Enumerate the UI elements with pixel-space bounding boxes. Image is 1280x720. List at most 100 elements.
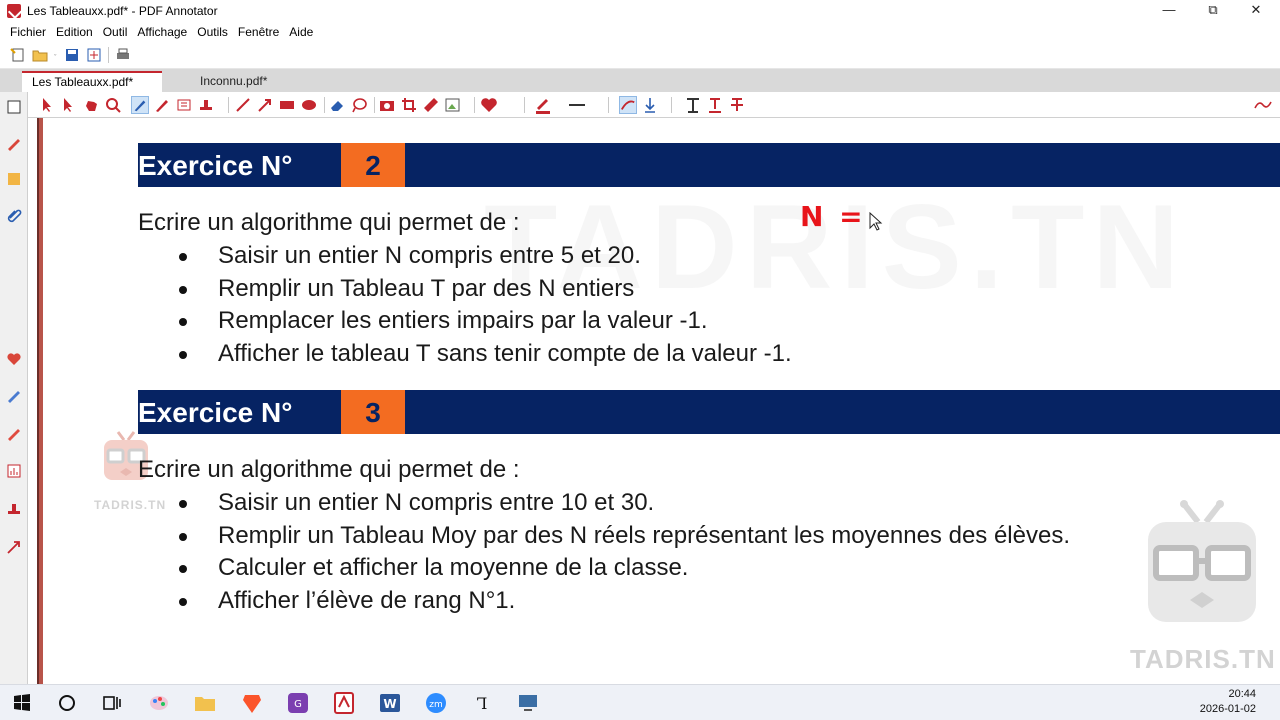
tab-inconnu[interactable]: Inconnu.pdf* [190,71,310,92]
underline-icon[interactable] [706,96,724,114]
save-all-icon[interactable] [86,47,102,63]
clock-date: 2026-01-02 [1199,703,1256,715]
stamp-icon[interactable] [197,96,215,114]
document-tab-bar: Les Tableauxx.pdf* Inconnu.pdf* [0,69,1280,161]
handwritten-annotation[interactable]: N = [800,200,866,233]
list-item: Remplacer les entiers impairs par la val… [138,306,792,339]
toolbar-separator [374,97,375,113]
line-icon[interactable] [234,96,252,114]
menu-aide[interactable]: Aide [289,25,313,39]
exercise-heading: Exercice N° [138,150,293,181]
chevron-down-icon[interactable] [54,47,60,63]
select-arrow-icon[interactable] [38,96,56,114]
page-view-icon[interactable] [5,98,23,116]
clock-time: 20:44 [1228,688,1256,700]
exercise-heading-band: Exercice N° 3 [138,390,1280,434]
marker-icon[interactable] [153,96,171,114]
exercise-bullet-list: Saisir un entier N compris entre 5 et 20… [138,241,792,371]
toolbar-separator [524,97,525,113]
highlighter-icon[interactable] [5,386,23,404]
menu-outil[interactable]: Outil [103,25,128,39]
pen-icon[interactable] [5,134,23,152]
image-icon[interactable] [444,96,462,114]
file-explorer-icon[interactable] [193,691,217,715]
word-icon[interactable]: W [378,691,402,715]
pdf-annotator-icon [7,4,21,18]
list-item: Afficher l’élève de rang N°1. [138,586,1070,619]
list-item: Saisir un entier N compris entre 10 et 3… [138,488,1070,521]
pdf-annotator-icon[interactable] [332,691,356,715]
hand-icon[interactable] [82,96,100,114]
ruler-icon[interactable] [422,96,440,114]
heart-icon[interactable] [5,350,23,368]
arrow-icon[interactable] [256,96,274,114]
list-item: Saisir un entier N compris entre 5 et 20… [138,241,792,274]
list-item: Calculer et afficher la moyenne de la cl… [138,553,1070,586]
line-style-icon[interactable] [568,96,586,114]
toolbar-separator [228,97,229,113]
save-icon[interactable] [64,47,80,63]
wave-icon[interactable] [1254,96,1272,114]
pdf-annotator-window: Les Tableauxx.pdf* - PDF Annotator — ⧉ ✕… [0,0,1280,684]
attachment-icon[interactable] [5,206,23,224]
menu-fenetre[interactable]: Fenêtre [238,25,279,39]
search-circle-icon[interactable] [55,691,79,715]
svg-text:W: W [383,697,396,711]
new-document-icon[interactable] [10,47,26,63]
exercise-intro: Ecrire un algorithme qui permet de : [138,456,520,483]
menu-edition[interactable]: Edition [56,25,93,39]
brave-browser-icon[interactable] [240,691,264,715]
close-button[interactable]: ✕ [1234,0,1278,22]
menu-affichage[interactable]: Affichage [137,25,187,39]
pen-icon[interactable] [131,96,149,114]
camera-icon[interactable] [378,96,396,114]
notes-icon[interactable] [5,170,23,188]
eraser-icon[interactable] [328,96,346,114]
pdf-gear-icon[interactable]: G [286,691,310,715]
menu-bar: Fichier Edition Outil Affichage Outils F… [0,22,1280,42]
toolbar-separator [608,97,609,113]
svg-text:Ꞁ: Ꞁ [477,694,488,713]
minimize-button[interactable]: — [1147,0,1191,22]
typora-icon[interactable]: Ꞁ [470,691,494,715]
crop-icon[interactable] [400,96,418,114]
open-folder-icon[interactable] [32,47,48,63]
zoom-icon[interactable] [104,96,122,114]
tab-les-tableauxx[interactable]: Les Tableauxx.pdf* [22,71,162,92]
toolbar-separator [108,47,109,63]
left-sidebar [0,92,28,684]
heart-icon[interactable] [480,96,498,114]
chart-icon[interactable] [5,462,23,480]
task-view-icon[interactable] [100,691,124,715]
scroll-down-icon[interactable] [641,96,659,114]
select-area-icon[interactable] [60,96,78,114]
quick-toolbar [0,42,1280,69]
text-T-icon[interactable] [684,96,702,114]
rectangle-icon[interactable] [278,96,296,114]
ellipse-icon[interactable] [300,96,318,114]
svg-text:zm: zm [429,700,443,710]
toolbar-separator [324,97,325,113]
zoom-icon[interactable]: zm [424,691,448,715]
strikethrough-icon[interactable] [728,96,746,114]
page-margin-rule [37,118,43,684]
paint-icon[interactable] [147,691,171,715]
system-clock[interactable]: 20:44 2026-01-02 [1186,687,1256,717]
curve-icon[interactable] [619,96,637,114]
pdf-page[interactable]: TADRIS.TN Exercice N° 2 Ecrire un algori… [44,118,1280,684]
print-icon[interactable] [115,47,131,63]
restore-button[interactable]: ⧉ [1191,0,1235,22]
menu-outils[interactable]: Outils [197,25,228,39]
stamp-icon[interactable] [5,500,23,518]
text-box-icon[interactable] [175,96,193,114]
remote-desktop-icon[interactable] [516,691,540,715]
windows-start-icon[interactable] [10,691,34,715]
arrow-icon[interactable] [5,538,23,556]
document-viewport[interactable]: TADRIS.TN Exercice N° 2 Ecrire un algori… [28,118,1280,684]
marker-icon[interactable] [5,424,23,442]
toolbar-separator [671,97,672,113]
color-icon[interactable] [534,96,552,114]
menu-fichier[interactable]: Fichier [10,25,46,39]
exercise-bullet-list: Saisir un entier N compris entre 10 et 3… [138,488,1070,618]
lasso-icon[interactable] [350,96,368,114]
